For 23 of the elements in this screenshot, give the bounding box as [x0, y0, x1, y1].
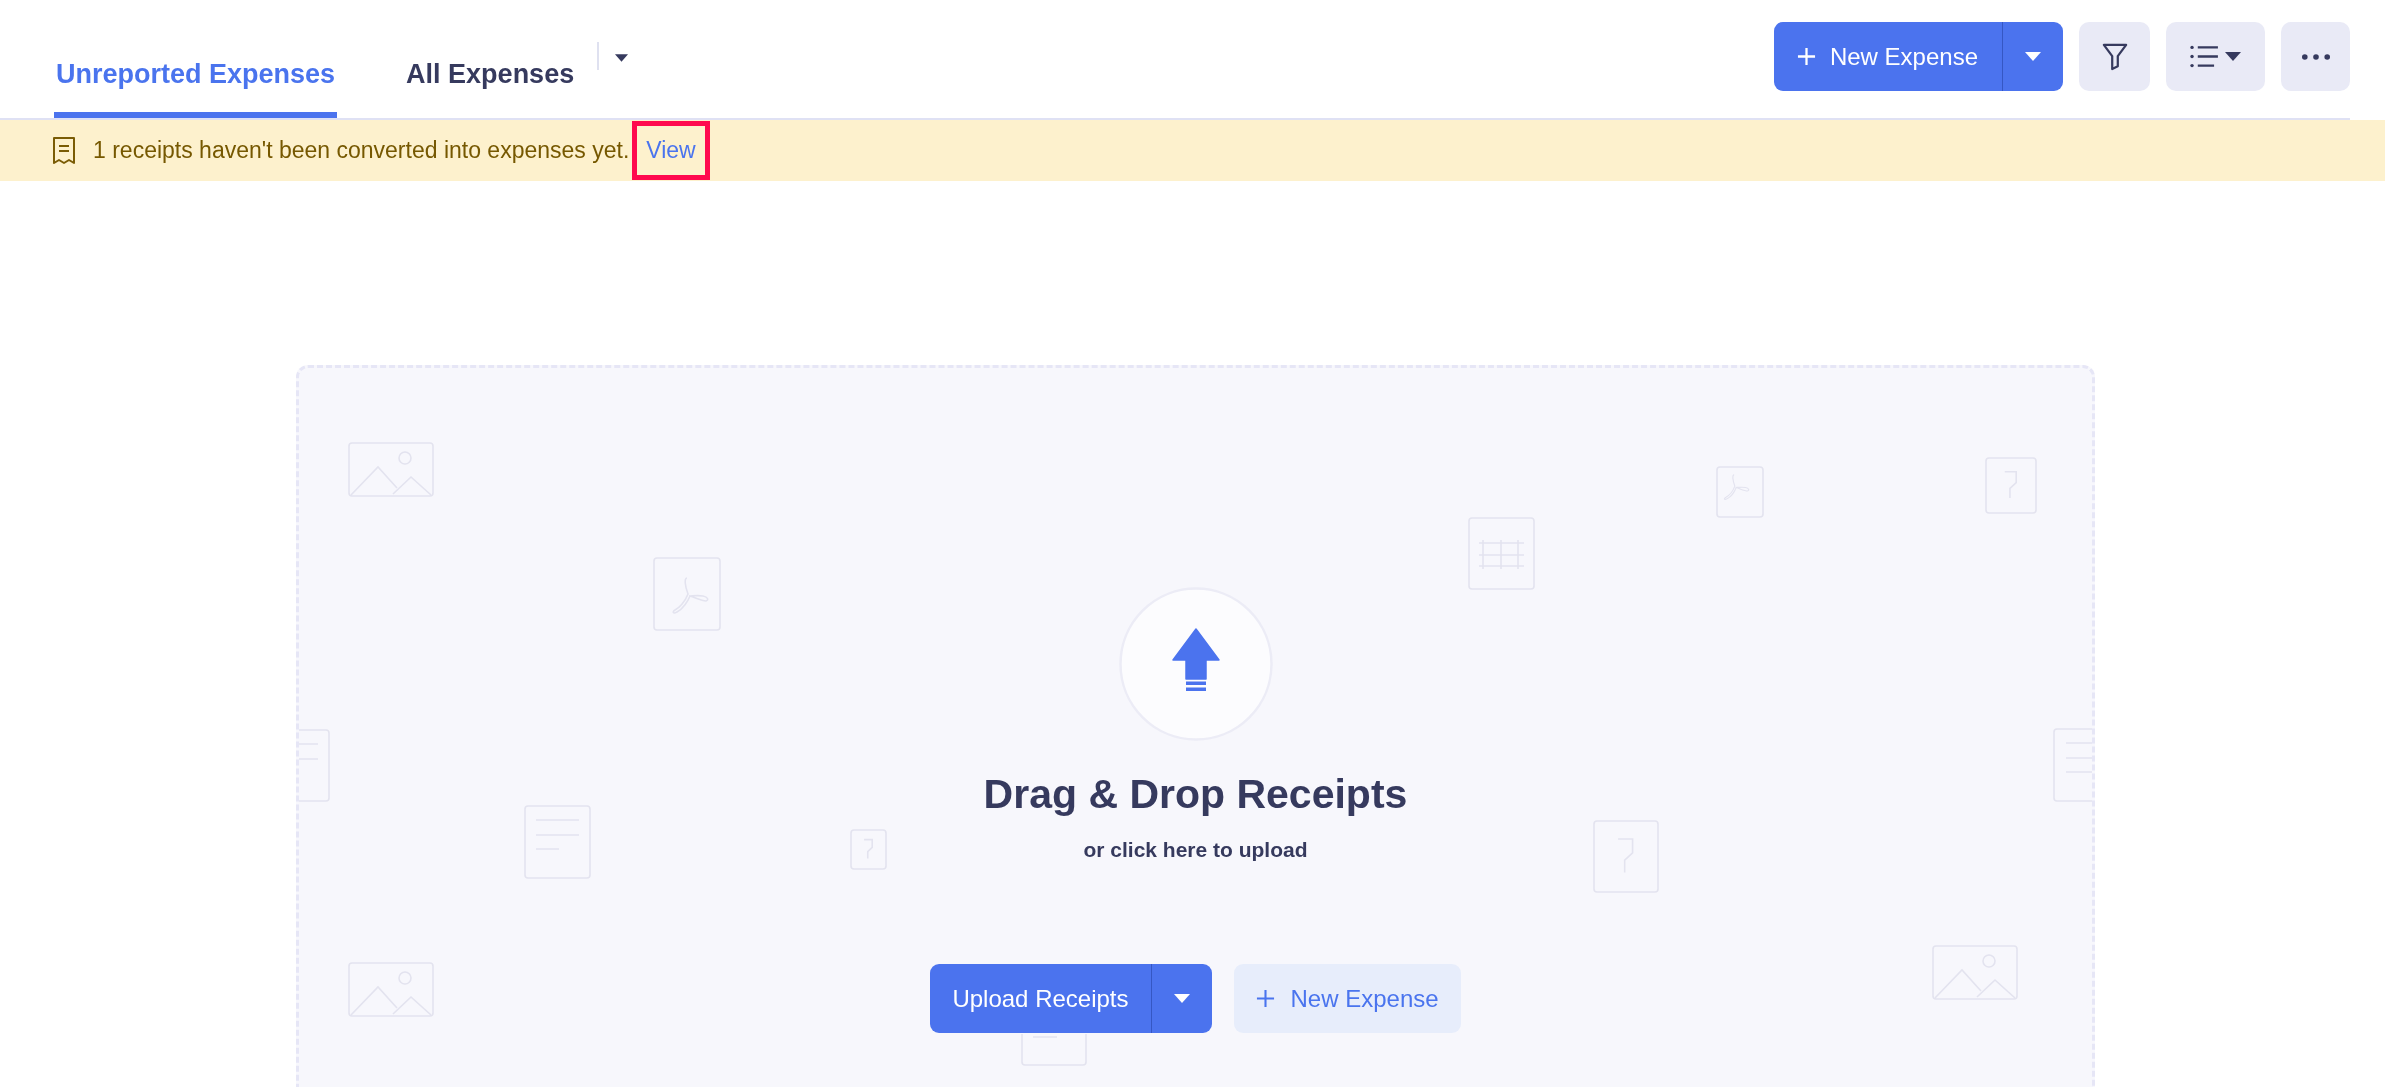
filter-icon — [2101, 42, 2128, 71]
new-expense-button[interactable]: New Expense — [1233, 964, 1461, 1033]
list-icon — [2190, 45, 2219, 68]
tab[interactable]: All Expenses — [404, 0, 577, 118]
drop-zone-subtitle: or click here to upload — [1083, 837, 1308, 863]
view-link[interactable]: View — [646, 137, 696, 164]
upload-icon — [1118, 587, 1273, 741]
drop-zone[interactable]: Drag & Drop Receipts or click here to upload Upload Receipts New Expense — [296, 365, 2095, 1087]
banner-message: 1 receipts haven't been converted into expenses yet. — [93, 137, 630, 164]
upload-receipts-button[interactable]: Upload Receipts — [930, 964, 1151, 1033]
caret-icon — [1173, 994, 1190, 1003]
drop-zone-title: Drag & Drop Receipts — [983, 770, 1408, 819]
caret-icon — [615, 54, 629, 62]
filter-button[interactable] — [2079, 22, 2150, 91]
view-options-button[interactable] — [2166, 22, 2265, 91]
plus-icon — [1796, 47, 1816, 66]
caret-icon — [2225, 52, 2241, 61]
receipt-icon — [52, 136, 76, 165]
more-icon — [2301, 53, 2330, 60]
new-expense-button[interactable]: New Expense — [1773, 22, 2002, 91]
caret-icon — [2025, 52, 2041, 61]
plus-icon — [1255, 989, 1275, 1008]
document-icon — [1021, 1034, 1087, 1066]
